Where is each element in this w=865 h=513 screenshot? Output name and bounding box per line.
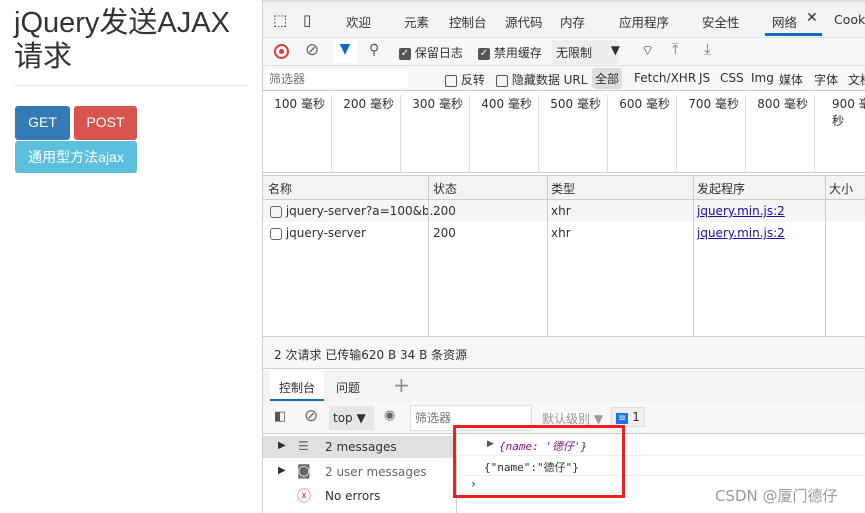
timeline-tick: 200 毫秒 — [332, 95, 401, 173]
tab-sources[interactable]: 源代码 — [505, 12, 543, 31]
table-row[interactable]: jquery-server?a=100&b... 200 xhr jquery.… — [263, 200, 865, 222]
initiator-link[interactable]: jquery.min.js:2 — [697, 226, 785, 240]
clear-icon[interactable]: ⊘ — [305, 40, 319, 60]
table-header: 名称 状态 类型 发起程序 大小 — [263, 175, 865, 200]
page-title: jQuery发送AJAX请求 — [14, 7, 230, 73]
add-tab-icon[interactable]: + — [393, 373, 410, 397]
timeline-tick: 800 毫秒 — [746, 95, 815, 173]
network-summary-bar: 2 次请求 已传输620 B 34 B 条资源 — [263, 336, 865, 369]
filter-xhr[interactable]: Fetch/XHR — [634, 71, 696, 85]
request-type: xhr — [551, 226, 571, 240]
filter-doc[interactable]: 文档 — [848, 71, 865, 88]
export-icon[interactable]: ⤓ — [704, 40, 711, 58]
ajax-button[interactable]: 通用型方法ajax — [15, 141, 137, 173]
close-icon[interactable]: ✕ — [806, 10, 818, 26]
throttle-select[interactable]: 无限制 ▼ — [552, 40, 620, 64]
network-summary: 2 次请求 已传输620 B 34 B 条资源 — [274, 348, 468, 362]
sidebar-item-messages[interactable]: ▶ ☰ 2 messages — [263, 436, 457, 458]
device-icon[interactable]: ▯ — [303, 11, 311, 29]
header-type[interactable]: 类型 — [551, 180, 575, 197]
filter-img[interactable]: Img — [751, 71, 774, 85]
dropdown-arrow-icon: ▼ — [356, 411, 366, 425]
devtools-panel: ⬚ ▯ 欢迎 元素 控制台 源代码 内存 应用程序 安全性 网络 ✕ Cooki… — [262, 0, 865, 513]
filter-all[interactable]: 全部 — [592, 68, 623, 89]
timeline-tick: 300 毫秒 — [401, 95, 470, 173]
search-icon[interactable]: ⚲ — [369, 42, 379, 58]
drawer-tabs: 控制台 问题 + — [263, 370, 865, 402]
console-sidebar: ▶ ☰ 2 messages ▶ ◙ 2 user messages ⓧ No error… — [263, 434, 457, 513]
user-icon: ◙ — [297, 463, 311, 479]
tab-security[interactable]: 安全性 — [702, 12, 740, 31]
clear-console-icon[interactable]: ⊘ — [304, 406, 318, 426]
column-divider — [428, 175, 429, 336]
table-row[interactable]: jquery-server 200 xhr jquery.min.js:2 — [263, 222, 865, 244]
filter-js[interactable]: JS — [699, 71, 710, 85]
column-divider — [547, 175, 548, 336]
timeline-overview[interactable]: 100 毫秒 200 毫秒 300 毫秒 400 毫秒 500 毫秒 600 毫… — [263, 91, 865, 173]
filter-input[interactable] — [266, 69, 408, 88]
timeline-tick: 100 毫秒 — [263, 95, 332, 173]
drawer-tab-console[interactable]: 控制台 — [270, 370, 325, 401]
tab-memory[interactable]: 内存 — [560, 12, 585, 31]
filter-media[interactable]: 媒体 — [779, 71, 803, 88]
eye-icon[interactable]: ◉ — [384, 408, 395, 423]
error-icon: ⓧ — [297, 489, 311, 505]
import-icon[interactable]: ⤒ — [672, 40, 679, 58]
invert-checkbox[interactable]: 反转 — [445, 71, 485, 88]
request-status: 200 — [433, 204, 456, 218]
tab-elements[interactable]: 元素 — [404, 12, 429, 31]
timeline-tick: 600 毫秒 — [608, 95, 677, 173]
sidebar-item-user-messages[interactable]: ▶ ◙ 2 user messages — [263, 461, 457, 483]
tab-network[interactable]: 网络 — [772, 12, 797, 31]
network-toolbar: ⊘ ▼ ⚲ ✓ 保留日志 ✓ 禁用缓存 无限制 ▼ ⌔ ⤒ ⤓ — [263, 38, 865, 66]
tab-cookies[interactable]: Cookie — [834, 12, 865, 27]
timeline-tick: 400 毫秒 — [470, 95, 539, 173]
inspect-icon[interactable]: ⬚ — [273, 11, 287, 29]
dropdown-arrow-icon: ▼ — [610, 43, 620, 57]
message-icon: ≡ — [616, 413, 629, 424]
request-type: xhr — [551, 204, 571, 218]
sidebar-toggle-icon[interactable]: ◧ — [274, 409, 286, 424]
divider — [14, 85, 247, 86]
get-button[interactable]: GET — [15, 106, 70, 140]
preserve-log-checkbox[interactable]: ✓ 保留日志 — [399, 44, 463, 61]
filter-row: 反转 隐藏数据 URL 全部 Fetch/XHR JS CSS Img 媒体 字… — [263, 66, 865, 91]
sidebar-item-errors[interactable]: ⓧ No errors — [263, 485, 457, 507]
highlight-box — [453, 425, 625, 498]
tab-welcome[interactable]: 欢迎 — [346, 12, 371, 31]
record-icon[interactable] — [274, 44, 289, 59]
filter-css[interactable]: CSS — [720, 71, 744, 85]
filter-icon[interactable]: ▼ — [333, 41, 357, 63]
active-tab-indicator — [765, 33, 822, 36]
context-select[interactable]: top ▼ — [329, 406, 374, 430]
request-name: jquery-server — [270, 226, 366, 240]
filter-font[interactable]: 字体 — [814, 71, 838, 88]
request-status: 200 — [433, 226, 456, 240]
post-button[interactable]: POST — [74, 106, 137, 140]
header-size[interactable]: 大小 — [829, 180, 853, 197]
watermark: CSDN @厦门德仔 — [715, 487, 838, 505]
drawer-tab-issues[interactable]: 问题 — [336, 379, 360, 396]
timeline-tick: 900 毫秒 — [832, 97, 865, 128]
header-initiator[interactable]: 发起程序 — [697, 180, 745, 197]
header-name[interactable]: 名称 — [268, 180, 292, 197]
network-conditions-icon[interactable]: ⌔ — [641, 42, 654, 60]
request-name: jquery-server?a=100&b... — [270, 204, 441, 218]
column-divider — [693, 175, 694, 336]
column-divider — [825, 175, 826, 336]
hide-data-url-checkbox[interactable]: 隐藏数据 URL — [496, 71, 587, 88]
web-page: jQuery发送AJAX请求 GET POST 通用型方法ajax — [0, 0, 262, 513]
issues-badge[interactable]: ≡ 1 — [611, 407, 645, 427]
header-status[interactable]: 状态 — [433, 180, 457, 197]
disable-cache-checkbox[interactable]: ✓ 禁用缓存 — [478, 44, 542, 61]
tab-console[interactable]: 控制台 — [449, 12, 487, 31]
list-icon: ☰ — [298, 439, 309, 453]
initiator-link[interactable]: jquery.min.js:2 — [697, 204, 785, 218]
timeline-tick: 700 毫秒 — [677, 95, 746, 173]
tab-application[interactable]: 应用程序 — [619, 12, 669, 31]
devtools-tab-bar: ⬚ ▯ 欢迎 元素 控制台 源代码 内存 应用程序 安全性 网络 ✕ Cooki… — [263, 0, 865, 38]
timeline-tick: 500 毫秒 — [539, 95, 608, 173]
